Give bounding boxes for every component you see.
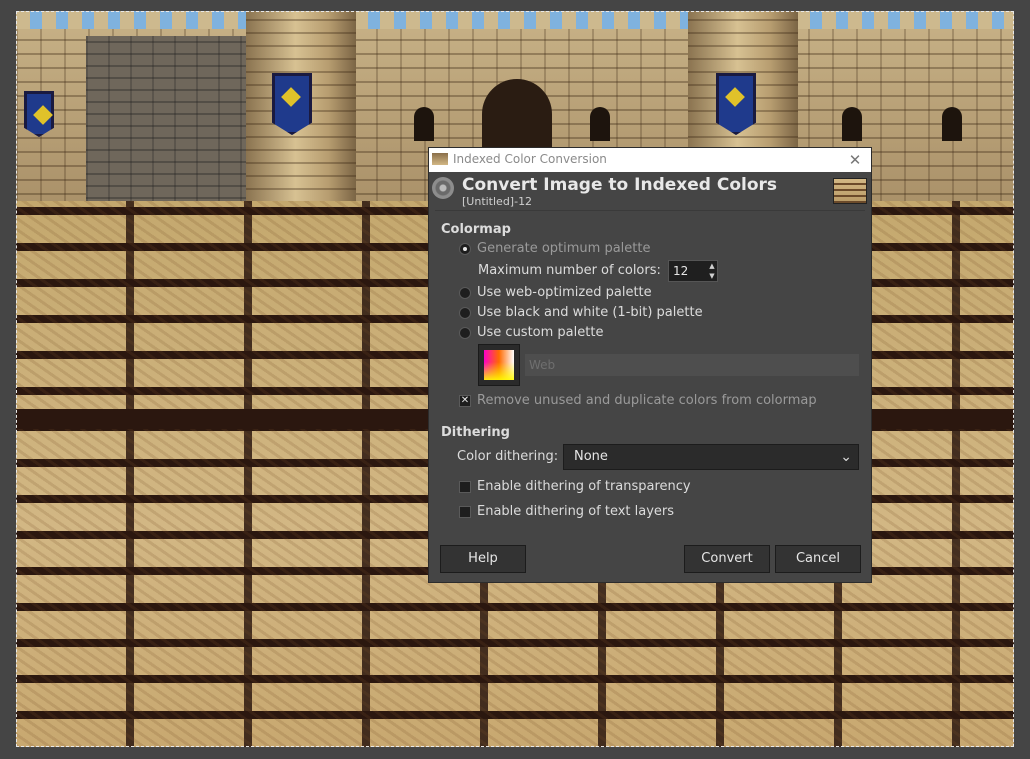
castle-banner — [272, 73, 312, 135]
custom-palette-name: Web — [525, 354, 859, 376]
black-white-label[interactable]: Use black and white (1-bit) palette — [477, 305, 703, 320]
castle-banner — [716, 73, 756, 135]
color-dithering-value: None — [574, 449, 608, 464]
castle-shaded-wall — [86, 36, 266, 211]
castle-banner — [24, 91, 54, 137]
window-title: Indexed Color Conversion — [453, 152, 607, 166]
spin-down-icon[interactable]: ▼ — [706, 271, 718, 281]
dither-text-layers-label[interactable]: Enable dithering of text layers — [477, 504, 674, 519]
convert-button[interactable]: Convert — [684, 545, 770, 573]
indexed-color-dialog: Indexed Color Conversion ✕ Convert Image… — [428, 147, 872, 583]
color-dithering-select[interactable]: None ⌄ — [563, 444, 859, 470]
castle-window — [842, 107, 862, 141]
remove-unused-label[interactable]: Remove unused and duplicate colors from … — [477, 393, 817, 408]
castle-battlement — [16, 11, 1014, 29]
dialog-titlebar[interactable]: Indexed Color Conversion ✕ — [429, 148, 871, 172]
max-colors-input[interactable] — [669, 261, 705, 281]
header-divider — [435, 210, 865, 211]
black-white-radio[interactable] — [459, 307, 471, 319]
remove-unused-checkbox[interactable]: ✕ — [459, 395, 471, 407]
max-colors-spinner[interactable]: ▲ ▼ — [668, 260, 718, 282]
dithering-section-title: Dithering — [441, 425, 510, 440]
dither-transparency-checkbox[interactable] — [459, 481, 471, 493]
close-button[interactable]: ✕ — [845, 150, 865, 170]
custom-palette-label[interactable]: Use custom palette — [477, 325, 603, 340]
custom-palette-radio[interactable] — [459, 327, 471, 339]
web-optimized-label[interactable]: Use web-optimized palette — [477, 285, 652, 300]
gimp-wilber-icon — [432, 177, 454, 199]
palette-icon — [484, 350, 514, 380]
close-icon: ✕ — [848, 151, 862, 169]
image-thumbnail-icon — [833, 178, 867, 204]
color-dithering-label: Color dithering: — [457, 449, 559, 464]
help-button[interactable]: Help — [440, 545, 526, 573]
spin-up-icon[interactable]: ▲ — [706, 261, 718, 271]
colormap-section-title: Colormap — [441, 222, 511, 237]
dialog-header-subtitle: [Untitled]-12 — [462, 195, 533, 208]
cancel-button[interactable]: Cancel — [775, 545, 861, 573]
generate-optimum-radio[interactable] — [459, 243, 471, 255]
generate-optimum-label[interactable]: Generate optimum palette — [477, 241, 650, 256]
max-colors-label: Maximum number of colors: — [478, 263, 661, 278]
castle-window — [414, 107, 434, 141]
castle-window — [590, 107, 610, 141]
dither-transparency-label[interactable]: Enable dithering of transparency — [477, 479, 691, 494]
palette-button[interactable] — [478, 344, 520, 386]
image-thumbnail-icon — [432, 153, 448, 165]
web-optimized-radio[interactable] — [459, 287, 471, 299]
castle-window — [942, 107, 962, 141]
dialog-header-title: Convert Image to Indexed Colors — [462, 175, 778, 195]
dither-text-layers-checkbox[interactable] — [459, 506, 471, 518]
chevron-down-icon: ⌄ — [840, 449, 852, 465]
